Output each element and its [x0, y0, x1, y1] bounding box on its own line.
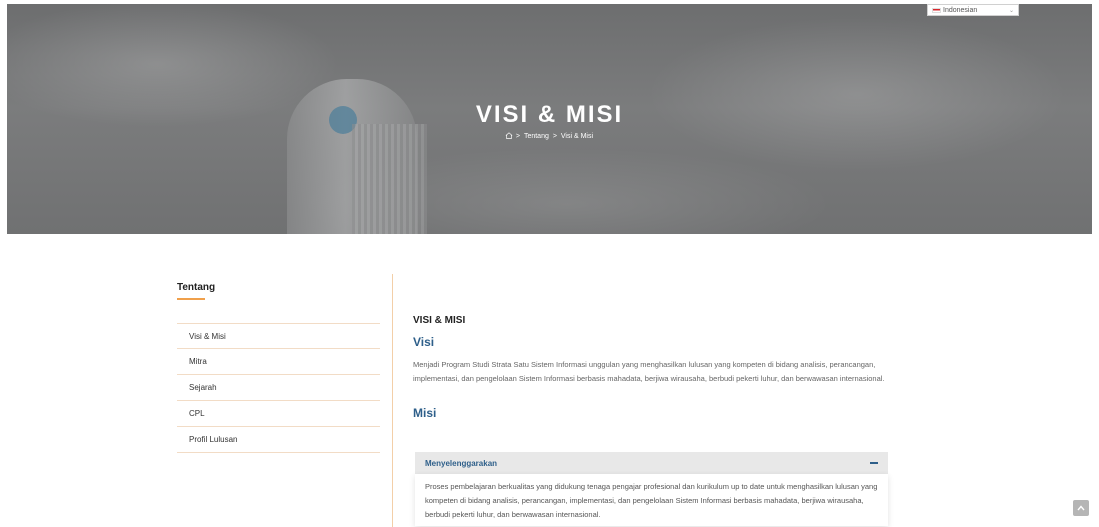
misi-accordion: Menyelenggarakan Proses pembelajaran ber…	[415, 452, 888, 526]
visi-heading: Visi	[413, 335, 435, 349]
breadcrumb-tentang[interactable]: Tentang	[524, 133, 549, 140]
main-content: VISI & MISI Visi Menjadi Program Studi S…	[413, 315, 888, 420]
sidebar-item-visi-misi[interactable]: Visi & Misi	[177, 323, 380, 349]
sidebar-title-underline	[177, 298, 205, 300]
misi-heading: Misi	[413, 406, 437, 420]
content-title: VISI & MISI	[413, 315, 466, 326]
page-title: VISI & MISI	[475, 101, 624, 128]
sidebar-item-sejarah[interactable]: Sejarah	[177, 375, 380, 401]
breadcrumb: > Tentang > Visi & Misi	[7, 132, 1092, 140]
chevron-up-icon	[1077, 505, 1085, 511]
sidebar: Tentang Visi & Misi Mitra Sejarah CPL Pr…	[177, 282, 380, 453]
accordion-header[interactable]: Menyelenggarakan	[415, 452, 888, 474]
breadcrumb-separator: >	[552, 133, 557, 140]
scroll-to-top-button[interactable]	[1073, 500, 1089, 516]
indonesia-flag-icon	[932, 7, 941, 13]
sidebar-item-profil-lulusan[interactable]: Profil Lulusan	[177, 427, 380, 453]
sidebar-item-mitra[interactable]: Mitra	[177, 349, 380, 375]
accordion-header-label: Menyelenggarakan	[425, 458, 498, 468]
language-select[interactable]: Indonesian ⌄	[927, 4, 1019, 16]
collapse-icon[interactable]	[870, 462, 878, 464]
hero-banner: VISI & MISI > Tentang > Visi & Misi	[7, 4, 1092, 234]
sidebar-menu: Visi & Misi Mitra Sejarah CPL Profil Lul…	[177, 323, 380, 453]
breadcrumb-current: Visi & Misi	[560, 133, 594, 140]
content-divider	[392, 274, 393, 527]
home-icon[interactable]	[505, 132, 513, 139]
language-select-value: Indonesian	[943, 6, 978, 14]
building-image	[352, 124, 427, 234]
sidebar-title: Tentang	[177, 282, 216, 293]
accordion-body: Proses pembelajaran berkualitas yang did…	[415, 474, 888, 526]
breadcrumb-separator: >	[515, 133, 520, 140]
sidebar-item-cpl[interactable]: CPL	[177, 401, 380, 427]
chevron-down-icon: ⌄	[1008, 7, 1014, 14]
visi-text: Menjadi Program Studi Strata Satu Sistem…	[413, 360, 885, 383]
